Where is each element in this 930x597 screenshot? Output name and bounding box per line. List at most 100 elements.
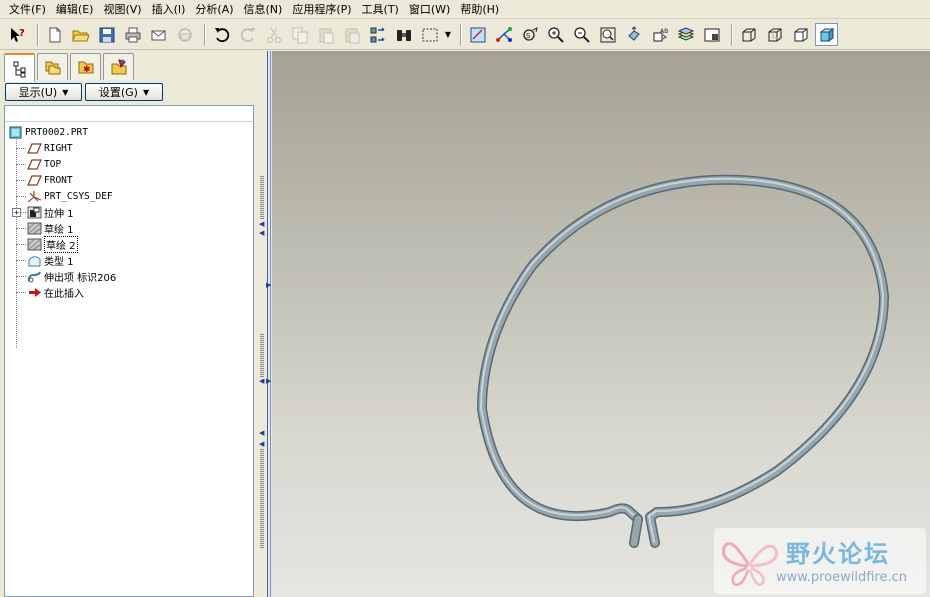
find-button[interactable] (392, 23, 415, 46)
tree-guide-line (16, 228, 26, 229)
expand-right-arrow-icon[interactable]: ▶ (266, 282, 271, 289)
menu-view[interactable]: 视图(V) (98, 1, 146, 18)
datum-plane-icon (26, 173, 42, 187)
refit-button[interactable] (596, 23, 619, 46)
orient-mode-button[interactable]: S (518, 23, 541, 46)
tree-item-csys[interactable]: PRT_CSYS_DEF (26, 188, 113, 204)
tab-favorites[interactable]: ✱ (70, 53, 101, 80)
shading-button[interactable] (815, 23, 838, 46)
tree-guide-line (16, 244, 26, 245)
save-button[interactable] (95, 23, 118, 46)
zoom-out-button[interactable] (570, 23, 593, 46)
saved-views-button[interactable]: AB (648, 23, 671, 46)
wire-ring-highlight (480, 177, 884, 543)
no-hidden-cube-icon (794, 28, 807, 41)
tree-item-label: RIGHT (44, 142, 73, 154)
svg-text:✱: ✱ (83, 65, 91, 75)
sash-grip[interactable] (260, 176, 264, 220)
open-button[interactable] (69, 23, 92, 46)
collapse-left-arrow-icon[interactable]: ◀ (259, 221, 264, 228)
tree-item-protrusion[interactable]: 伸出项 标识206 (26, 268, 116, 284)
paste-button[interactable] (314, 23, 337, 46)
tree-item-label: 在此插入 (44, 288, 84, 300)
tree-expand-toggle[interactable]: + (12, 208, 21, 217)
copy-button[interactable] (288, 23, 311, 46)
tree-item-insert-here[interactable]: 在此插入 (26, 284, 84, 300)
send-mail-button[interactable] (147, 23, 170, 46)
expand-right-arrow-icon[interactable]: ▶ (266, 378, 271, 385)
tree-item-extrude[interactable]: 拉伸 1 (26, 204, 74, 220)
context-help-button[interactable]: ? (6, 23, 29, 46)
send-link-button[interactable] (173, 23, 196, 46)
tree-item-type-1[interactable]: 类型 1 (26, 252, 74, 268)
spin-center-button[interactable] (492, 23, 515, 46)
tree-root-part[interactable]: PRT0002.PRT (7, 124, 88, 140)
collapse-left-arrow-icon[interactable]: ◀ (259, 378, 264, 385)
no-hidden-button[interactable] (789, 23, 812, 46)
tree-item-label: FRONT (44, 174, 73, 186)
menu-tools[interactable]: 工具(T) (357, 1, 404, 18)
show-menu-button[interactable]: 显示(U) ▼ (5, 83, 82, 101)
collapse-left-arrow-icon[interactable]: ◀ (259, 430, 264, 437)
context-help-icon: ? (10, 27, 25, 42)
menu-info[interactable]: 信息(N) (239, 1, 288, 18)
tree-item-sketch-1[interactable]: 草绘 1 (26, 220, 74, 236)
selection-box-button[interactable] (418, 23, 441, 46)
tree-item-front-plane[interactable]: FRONT (26, 172, 73, 188)
new-button[interactable] (43, 23, 66, 46)
hidden-line-button[interactable] (763, 23, 786, 46)
paste-clipboard-icon (319, 28, 333, 43)
panel-sash[interactable]: ◀ ◀ ▶ ◀ ▶ ◀ ◀ (258, 51, 272, 597)
menu-edit[interactable]: 编辑(E) (51, 1, 99, 18)
graphics-viewport[interactable]: 野火论坛 www.proewildfire.cn (272, 51, 930, 597)
tree-guide-line (16, 148, 26, 149)
chevron-down-icon: ▼ (142, 87, 150, 97)
collapse-left-arrow-icon[interactable]: ◀ (259, 441, 264, 448)
paste-special-button[interactable] (340, 23, 363, 46)
view-manager-button[interactable] (700, 23, 723, 46)
menu-analysis[interactable]: 分析(A) (190, 1, 238, 18)
redo-icon (240, 27, 255, 42)
tree-item-top-plane[interactable]: TOP (26, 156, 61, 172)
menu-file[interactable]: 文件(F) (4, 1, 51, 18)
tree-guide-line (16, 164, 26, 165)
wire-ring-tube (478, 176, 888, 547)
menu-help[interactable]: 帮助(H) (455, 1, 504, 18)
zoom-in-button[interactable] (544, 23, 567, 46)
sash-grip[interactable] (260, 334, 264, 378)
tab-model-tree[interactable] (4, 53, 35, 82)
insert-here-arrow-icon (26, 285, 42, 299)
show-menu-label: 显示(U) (18, 86, 58, 99)
collapse-left-arrow-icon[interactable]: ◀ (259, 230, 264, 237)
sash-divider-line (270, 51, 271, 597)
undo-button[interactable] (210, 23, 233, 46)
tab-connections[interactable] (103, 53, 134, 80)
repaint-button[interactable] (466, 23, 489, 46)
watermark-title: 野火论坛 (786, 540, 890, 568)
tree-item-right-plane[interactable]: RIGHT (26, 140, 73, 156)
tree-guide-line (16, 276, 26, 277)
tree-item-label: 草绘 2 (44, 235, 78, 253)
settings-menu-button[interactable]: 设置(G) ▼ (85, 83, 163, 101)
tree-item-sketch-2[interactable]: 草绘 2 (26, 235, 78, 253)
model-tree-header (5, 106, 253, 122)
hidden-line-cube-icon (768, 28, 781, 41)
redo-button[interactable] (236, 23, 259, 46)
wire-ring-end-left (630, 515, 642, 547)
cut-button[interactable] (262, 23, 285, 46)
tab-folder-browser[interactable] (37, 53, 68, 80)
menu-insert[interactable]: 插入(I) (147, 1, 191, 18)
selection-dropdown-arrow[interactable]: ▼ (444, 23, 452, 46)
wireframe-button[interactable] (737, 23, 760, 46)
toolbar-separator (731, 23, 732, 46)
svg-text:?: ? (19, 28, 25, 39)
csys-icon (26, 189, 42, 203)
print-button[interactable] (121, 23, 144, 46)
sash-divider-line (267, 51, 268, 597)
menu-applications[interactable]: 应用程序(P) (287, 1, 356, 18)
layers-button[interactable] (674, 23, 697, 46)
regenerate-button[interactable] (366, 23, 389, 46)
sash-grip[interactable] (260, 449, 264, 549)
menu-window[interactable]: 窗口(W) (404, 1, 455, 18)
reorient-button[interactable] (622, 23, 645, 46)
